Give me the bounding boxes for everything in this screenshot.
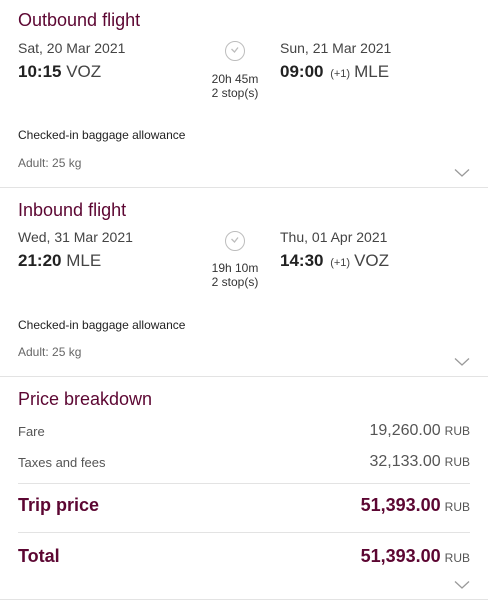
- outbound-stops: 2 stop(s): [211, 86, 259, 100]
- taxes-value: 32,133.00: [369, 453, 441, 470]
- outbound-arrival: 09:00 (+1) MLE: [280, 62, 389, 82]
- inbound-arrival-date: Thu, 01 Apr 2021: [280, 229, 388, 245]
- inbound-baggage-value: Adult: 25 kg: [18, 345, 82, 359]
- outbound-next-day-indicator: (+1): [330, 68, 351, 80]
- trip-price-amount: 51,393.00 RUB: [361, 495, 470, 516]
- outbound-baggage-value: Adult: 25 kg: [18, 156, 82, 170]
- inbound-arrival-code: VOZ: [354, 251, 390, 270]
- outbound-title: Outbound flight: [18, 10, 141, 30]
- taxes-amount: 32,133.00 RUB: [369, 453, 470, 471]
- trip-price-label: Trip price: [18, 495, 100, 515]
- inbound-departure: 21:20 MLE: [18, 251, 101, 271]
- fare-amount: 19,260.00 RUB: [369, 422, 470, 440]
- inbound-duration: 19h 10m: [211, 261, 259, 275]
- outbound-departure-time: 10:15: [18, 62, 62, 81]
- inbound-departure-date: Wed, 31 Mar 2021: [18, 229, 133, 245]
- outbound-arrival-date: Sun, 21 Mar 2021: [280, 40, 392, 56]
- price-title: Price breakdown: [18, 389, 153, 409]
- inbound-arrival: 14:30 (+1) VOZ: [280, 251, 389, 271]
- inbound-stops: 2 stop(s): [211, 275, 259, 289]
- divider: [18, 483, 470, 484]
- outbound-arrival-time: 09:00: [280, 62, 324, 81]
- inbound-departure-time: 21:20: [18, 251, 62, 270]
- inbound-title: Inbound flight: [18, 200, 127, 220]
- total-value: 51,393.00: [360, 546, 441, 566]
- chevron-down-icon[interactable]: [454, 580, 470, 590]
- fare-currency: RUB: [444, 424, 470, 438]
- price-breakdown-section[interactable]: Price breakdown Fare 19,260.00 RUB Taxes …: [0, 377, 488, 600]
- trip-price-value: 51,393.00: [360, 495, 441, 515]
- trip-price-currency: RUB: [444, 500, 470, 514]
- inbound-arrival-time: 14:30: [280, 251, 324, 270]
- outbound-baggage-label: Checked-in baggage allowance: [18, 128, 186, 142]
- clock-icon: [225, 41, 245, 61]
- total-currency: RUB: [444, 551, 470, 565]
- total-label: Total: [18, 546, 60, 566]
- outbound-departure-date: Sat, 20 Mar 2021: [18, 40, 126, 56]
- chevron-down-icon[interactable]: [454, 357, 470, 367]
- chevron-down-icon[interactable]: [454, 168, 470, 178]
- inbound-flight-section[interactable]: Inbound flight Wed, 31 Mar 2021 21:20 ML…: [0, 188, 488, 377]
- outbound-departure: 10:15 VOZ: [18, 62, 101, 82]
- outbound-flight-section[interactable]: Outbound flight Sat, 20 Mar 2021 10:15 V…: [0, 0, 488, 188]
- clock-icon: [225, 231, 245, 251]
- divider: [18, 532, 470, 533]
- fare-label: Fare: [18, 424, 45, 439]
- inbound-next-day-indicator: (+1): [330, 257, 351, 269]
- taxes-currency: RUB: [444, 455, 470, 469]
- taxes-label: Taxes and fees: [18, 455, 106, 470]
- fare-value: 19,260.00: [369, 422, 441, 439]
- total-amount: 51,393.00 RUB: [361, 546, 470, 567]
- outbound-departure-code: VOZ: [66, 62, 102, 81]
- inbound-baggage-label: Checked-in baggage allowance: [18, 318, 186, 332]
- inbound-departure-code: MLE: [66, 251, 102, 270]
- outbound-duration: 20h 45m: [211, 72, 259, 86]
- outbound-arrival-code: MLE: [354, 62, 390, 81]
